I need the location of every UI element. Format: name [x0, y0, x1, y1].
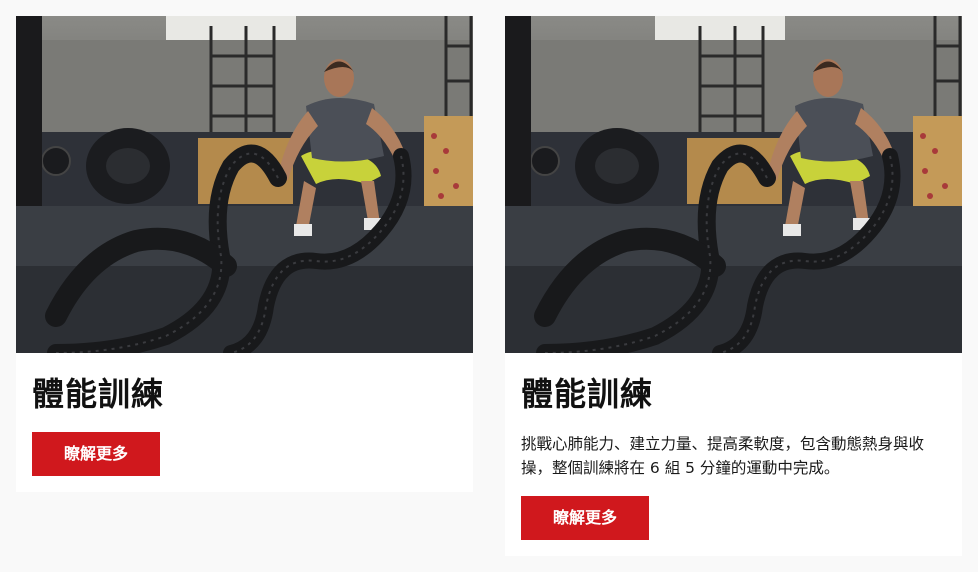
learn-more-button[interactable]: 瞭解更多 — [32, 432, 160, 476]
shirt — [306, 97, 384, 162]
battle-rope-photo — [505, 16, 962, 353]
shoe — [783, 224, 801, 236]
battle-rope-photo — [16, 16, 473, 353]
card-description: 挑戰心肺能力、建立力量、提高柔軟度，包含動態熱身與收操，整個訓練將在 6 組 5… — [521, 435, 925, 477]
weight-plate — [41, 146, 71, 176]
card-photo — [505, 16, 962, 353]
program-card: 體能訓練 挑戰心肺能力、建立力量、提高柔軟度，包含動態熱身與收操，整個訓練將在 … — [505, 16, 962, 556]
learn-more-button[interactable]: 瞭解更多 — [521, 496, 649, 540]
plyo-box-right — [424, 116, 473, 210]
program-card: 體能訓練 瞭解更多 — [16, 16, 473, 492]
card-photo — [16, 16, 473, 353]
window — [166, 16, 296, 40]
shoe — [294, 224, 312, 236]
card-title: 體能訓練 — [32, 375, 165, 413]
weight-plate — [530, 146, 560, 176]
card-title: 體能訓練 — [521, 375, 654, 413]
shirt — [795, 97, 873, 162]
plyo-box-right — [913, 116, 962, 210]
window — [655, 16, 785, 40]
page: 體能訓練 瞭解更多 體能訓練 挑戰心肺能力、建立力量、提高柔軟度，包含動態熱身與… — [0, 0, 978, 572]
